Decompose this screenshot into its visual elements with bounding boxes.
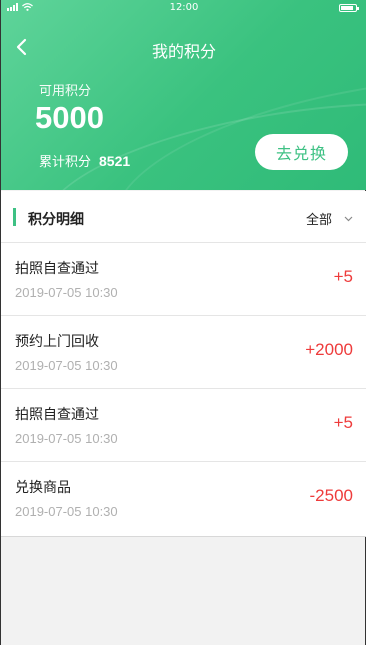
page-title: 我的积分 xyxy=(151,42,216,61)
section-accent-bar xyxy=(13,208,16,226)
points-detail-title: 积分明细 xyxy=(28,212,84,228)
available-points-value: 5000 xyxy=(35,100,104,135)
app-screen: 12:00 我的积分 可用积分 5000 累计积分 8521 去兑换 积分明细 … xyxy=(0,0,366,645)
status-time: 12:00 xyxy=(169,2,199,13)
points-detail-header: 积分明细 全部 xyxy=(1,191,366,243)
record-points: +5 xyxy=(333,267,353,286)
total-points-value: 8521 xyxy=(99,153,131,169)
record-points: +5 xyxy=(333,413,353,432)
battery-icon xyxy=(339,4,359,12)
record-title: 拍照自查通过 xyxy=(15,261,99,277)
record-time: 2019-07-05 10:30 xyxy=(15,285,118,300)
record-time: 2019-07-05 10:30 xyxy=(15,431,118,446)
record-title: 兑换商品 xyxy=(15,480,71,496)
available-points-label: 可用积分 xyxy=(39,84,92,99)
record-title: 拍照自查通过 xyxy=(15,407,99,423)
record-points: -2500 xyxy=(309,486,353,505)
filter-dropdown[interactable]: 全部 xyxy=(306,209,353,228)
record-title: 预约上门回收 xyxy=(15,334,99,350)
exchange-button[interactable]: 去兑换 xyxy=(255,134,348,170)
list-item[interactable]: 拍照自查通过 2019-07-05 10:30 +5 xyxy=(1,389,366,462)
total-points-row: 累计积分 8521 xyxy=(39,151,130,170)
list-item[interactable]: 预约上门回收 2019-07-05 10:30 +2000 xyxy=(1,316,366,389)
record-points: +2000 xyxy=(305,340,353,359)
total-points-label: 累计积分 xyxy=(39,155,92,170)
status-bar: 12:00 xyxy=(1,0,366,16)
list-item[interactable]: 兑换商品 2019-07-05 10:30 -2500 xyxy=(1,462,366,537)
record-time: 2019-07-05 10:30 xyxy=(15,504,118,519)
points-record-list: 拍照自查通过 2019-07-05 10:30 +5 预约上门回收 2019-0… xyxy=(1,243,366,537)
chevron-down-icon xyxy=(344,216,353,221)
filter-label: 全部 xyxy=(305,213,332,228)
list-item[interactable]: 拍照自查通过 2019-07-05 10:30 +5 xyxy=(1,243,366,316)
record-time: 2019-07-05 10:30 xyxy=(15,358,118,373)
points-header: 12:00 我的积分 可用积分 5000 累计积分 8521 去兑换 xyxy=(1,0,366,190)
